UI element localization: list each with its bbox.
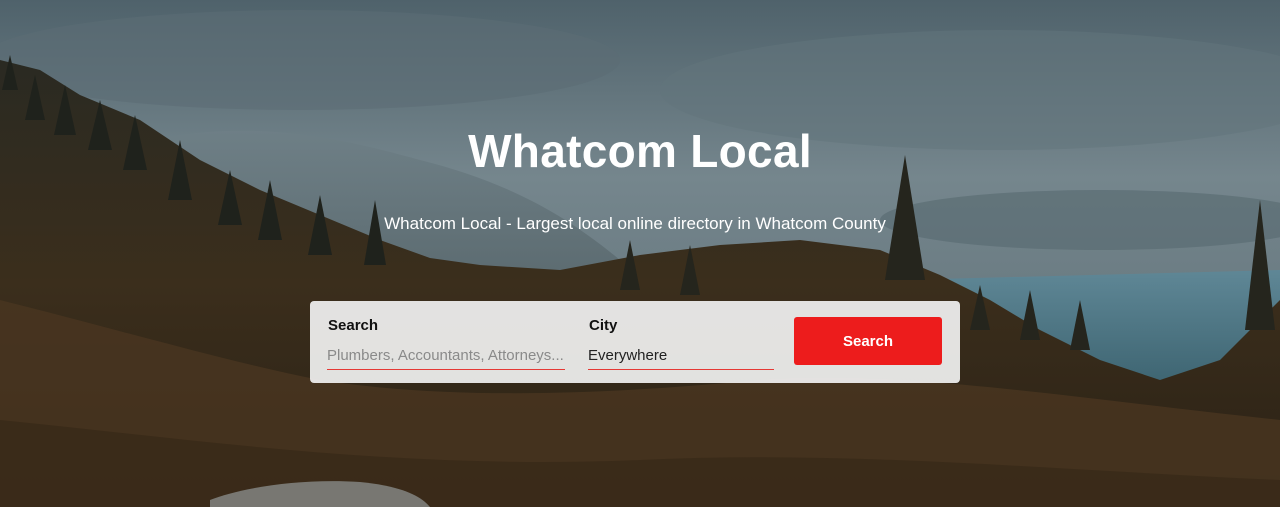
city-field-label: City <box>589 317 618 334</box>
search-input[interactable] <box>327 342 565 370</box>
search-field-label: Search <box>328 317 379 334</box>
page-title: Whatcom Local <box>468 125 812 177</box>
search-form: Search City Search <box>310 301 960 383</box>
forest-background-image <box>0 0 1280 507</box>
city-input[interactable] <box>588 342 774 370</box>
search-button[interactable]: Search <box>794 317 942 365</box>
hero-section: Whatcom Local Whatcom Local - Largest lo… <box>0 0 1280 507</box>
page-subtitle: Whatcom Local - Largest local online dir… <box>384 214 886 233</box>
